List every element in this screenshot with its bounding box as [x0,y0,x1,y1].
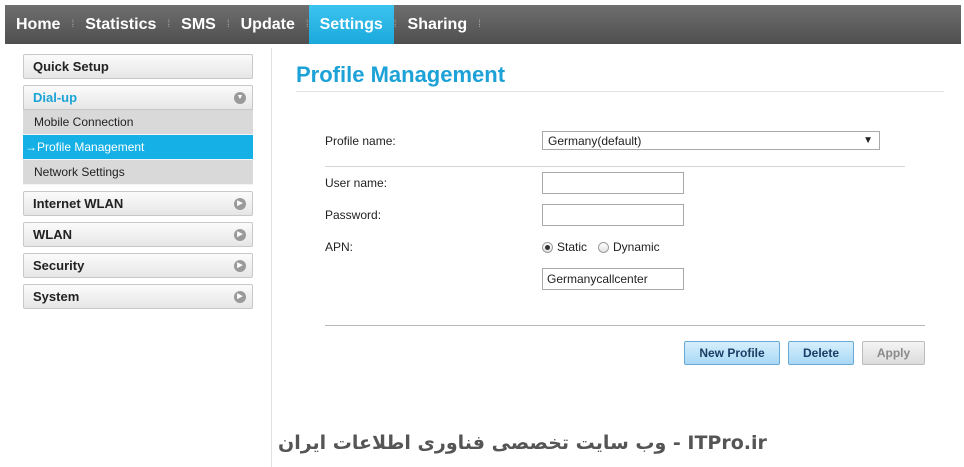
content-divider [271,48,272,467]
page-title: Profile Management [296,62,506,87]
sidebar-item-internet-wlan[interactable]: Internet WLAN ▶ [23,191,253,216]
form-divider [325,166,905,167]
radio-checked-icon [542,241,553,253]
delete-button[interactable]: Delete [788,341,854,365]
apn-label: APN: [325,240,354,254]
apn-dynamic-radio[interactable]: Dynamic [598,240,660,254]
tab-sms[interactable]: SMS [170,5,227,44]
sidebar-item-label: System [33,289,80,304]
user-name-input[interactable] [542,172,684,194]
chevron-down-icon: ▼ [234,91,246,104]
sidebar-item-label: Dial-up [33,90,78,105]
apn-static-label: Static [557,240,588,254]
tab-update[interactable]: Update [230,5,306,44]
new-profile-button[interactable]: New Profile [684,341,780,365]
tab-statistics[interactable]: Statistics [74,5,167,44]
radio-unchecked-icon [598,241,609,253]
sidebar-item-label: WLAN [33,227,72,242]
password-input[interactable] [542,204,684,226]
sidebar-item-mobile-connection[interactable]: Mobile Connection [23,110,253,135]
user-name-label: User name: [325,176,388,190]
sidebar-item-wlan[interactable]: WLAN ▶ [23,222,253,247]
tab-separator: ⁞ [478,19,481,30]
apn-static-radio[interactable]: Static [542,240,587,254]
apn-input[interactable] [542,268,684,290]
sidebar: Quick Setup Dial-up ▼ Mobile Connection … [23,54,253,315]
sidebar-item-system[interactable]: System ▶ [23,284,253,309]
title-divider [296,91,944,92]
chevron-right-icon: ▶ [234,197,246,210]
chevron-right-icon: ▶ [234,228,246,241]
apn-dynamic-label: Dynamic [613,240,660,254]
chevron-right-icon: ▶ [234,290,246,303]
sidebar-item-label: Quick Setup [33,59,109,74]
profile-name-selected: Germany(default) [548,133,642,148]
tab-settings[interactable]: Settings [308,5,394,44]
chevron-right-icon: ▶ [234,259,246,272]
watermark-text: ITPro.ir - وب سایت تخصصی فناوری اطلاعات … [278,432,767,454]
buttons-divider [325,325,925,326]
dialup-submenu: Mobile Connection →Profile Management Ne… [23,110,253,185]
sidebar-item-profile-management[interactable]: →Profile Management [23,135,253,160]
profile-name-select[interactable]: Germany(default) ▼ [542,131,880,150]
sidebar-item-security[interactable]: Security ▶ [23,253,253,278]
sidebar-item-label: Security [33,258,85,273]
top-nav: Home ⁞ Statistics ⁞ SMS ⁞ Update ⁞ Setti… [5,5,961,44]
sidebar-item-network-settings[interactable]: Network Settings [23,160,253,185]
password-label: Password: [325,208,382,222]
profile-name-label: Profile name: [325,134,396,148]
tab-home[interactable]: Home [5,5,71,44]
apply-button[interactable]: Apply [862,341,925,365]
sidebar-item-label: Internet WLAN [33,196,124,211]
sidebar-item-quick-setup[interactable]: Quick Setup [23,54,253,79]
tab-sharing[interactable]: Sharing [397,5,479,44]
dropdown-arrow-icon: ▼ [863,135,873,146]
sidebar-item-dialup[interactable]: Dial-up ▼ [23,85,253,110]
